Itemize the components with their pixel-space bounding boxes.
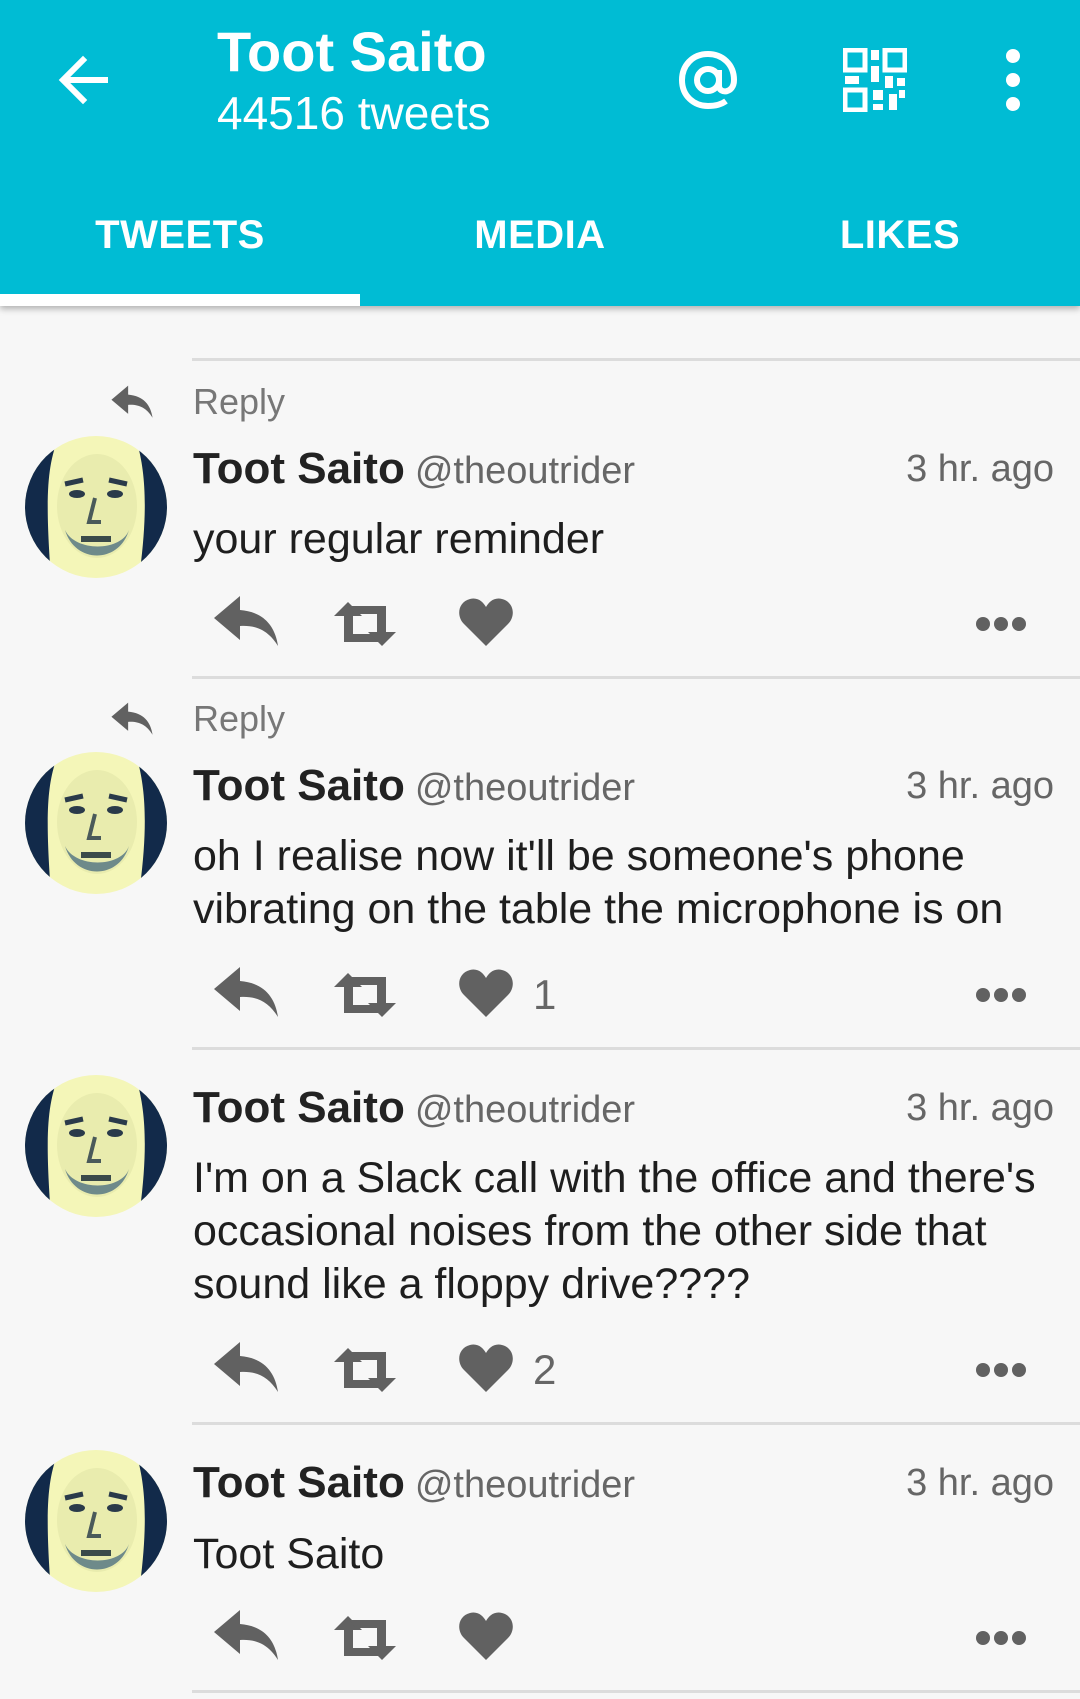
tweet-text: oh I realise now it'll be someone's phon…: [193, 832, 1004, 933]
like-count: 2: [533, 1346, 557, 1393]
tab-media[interactable]: MEDIA: [360, 185, 720, 300]
app-bar: Toot Saito 44516 tweets TWEETS MEDIA LIK…: [0, 0, 1080, 306]
tab-likes[interactable]: LIKES: [720, 185, 1080, 300]
author-handle: @theoutrider: [414, 1464, 636, 1506]
heart-icon[interactable]: [458, 1610, 514, 1662]
tweet-text: Toot Saito: [193, 1530, 385, 1578]
arrow-back-icon[interactable]: [55, 52, 111, 108]
tweet-actions: 2: [0, 1338, 1080, 1408]
divider: [192, 676, 1080, 679]
retweet-icon[interactable]: [330, 1614, 400, 1662]
divider: [192, 1690, 1080, 1693]
tweet-actions: 1: [0, 963, 1080, 1033]
reply-indicator[interactable]: Reply: [0, 377, 1080, 427]
avatar[interactable]: [25, 1450, 167, 1592]
tweet-count: 44516 tweets: [217, 87, 491, 139]
divider: [192, 1047, 1080, 1050]
reply-icon[interactable]: [212, 1606, 280, 1662]
timestamp: 3 hr. ago: [906, 1087, 1054, 1129]
retweet-icon[interactable]: [330, 971, 400, 1019]
tweet-actions: [0, 592, 1080, 662]
avatar[interactable]: [25, 436, 167, 578]
timestamp: 3 hr. ago: [906, 765, 1054, 807]
tab-tweets[interactable]: TWEETS: [0, 185, 360, 300]
retweet-icon[interactable]: [330, 1346, 400, 1394]
heart-icon[interactable]: [458, 1342, 514, 1394]
more-horiz-icon[interactable]: [975, 1628, 1027, 1648]
tweet-header: Toot Saito @theoutrider: [193, 1083, 635, 1143]
author-name: Toot Saito: [193, 444, 405, 493]
reply-icon[interactable]: [212, 1338, 280, 1394]
author-handle: @theoutrider: [414, 1089, 636, 1131]
reply-icon[interactable]: [212, 592, 280, 648]
timestamp: 3 hr. ago: [906, 1462, 1054, 1504]
author-name: Toot Saito: [193, 761, 405, 810]
divider: [192, 358, 1080, 361]
tweet-actions: [0, 1606, 1080, 1676]
like-count: 1: [533, 971, 557, 1018]
more-vert-icon[interactable]: [993, 48, 1033, 112]
tab-bar: TWEETS MEDIA LIKES: [0, 185, 1080, 300]
reply-icon: [110, 383, 154, 419]
more-horiz-icon[interactable]: [975, 614, 1027, 634]
tweet-header: Toot Saito @theoutrider: [193, 761, 635, 821]
author-name: Toot Saito: [193, 1083, 405, 1132]
divider: [192, 1422, 1080, 1425]
author-handle: @theoutrider: [414, 450, 636, 492]
reply-label: Reply: [193, 381, 286, 422]
reply-icon[interactable]: [212, 963, 280, 1019]
avatar[interactable]: [25, 1075, 167, 1217]
tweet-header: Toot Saito @theoutrider: [193, 1458, 635, 1518]
heart-icon[interactable]: [458, 596, 514, 648]
author-name: Toot Saito: [193, 1458, 405, 1507]
timestamp: 3 hr. ago: [906, 448, 1054, 490]
reply-label: Reply: [193, 698, 286, 739]
qr-code-icon[interactable]: [843, 48, 907, 112]
avatar[interactable]: [25, 752, 167, 894]
at-icon[interactable]: [672, 44, 744, 116]
more-horiz-icon[interactable]: [975, 985, 1027, 1005]
header-titles: Toot Saito 44516 tweets: [217, 16, 491, 138]
tweet-text: your regular reminder: [193, 515, 605, 563]
reply-icon: [110, 700, 154, 736]
active-tab-indicator: [0, 294, 360, 306]
more-horiz-icon[interactable]: [975, 1360, 1027, 1380]
retweet-icon[interactable]: [330, 600, 400, 648]
tweet-header: Toot Saito @theoutrider: [193, 444, 635, 504]
author-handle: @theoutrider: [414, 767, 636, 809]
page-title: Toot Saito: [217, 20, 487, 83]
reply-indicator[interactable]: Reply: [0, 694, 1080, 744]
tweet-text: I'm on a Slack call with the office and …: [193, 1154, 1036, 1308]
heart-icon[interactable]: [458, 967, 514, 1019]
